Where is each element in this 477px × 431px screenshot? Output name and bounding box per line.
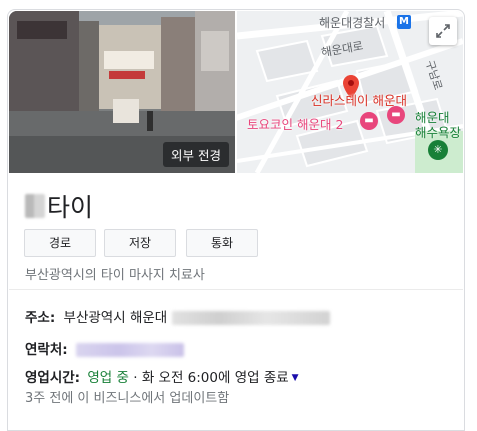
save-button[interactable]: 저장 <box>104 229 176 257</box>
business-category: 부산광역시의 타이 마사지 치료사 <box>25 268 205 283</box>
knowledge-panel: 외부 전경 해운대경찰서 M 해운대로 구남로 신라스테이 해운대 토요코인 해… <box>7 9 465 431</box>
directions-button[interactable]: 경로 <box>24 229 96 257</box>
map-label-beach-2: 해수욕장 <box>415 125 462 140</box>
redacted-phone[interactable] <box>75 343 184 357</box>
redacted-address <box>171 311 330 325</box>
expand-map-button[interactable] <box>429 17 457 45</box>
divider <box>9 289 463 290</box>
update-note: 3주 전에 이 비즈니스에서 업데이트함 <box>25 391 230 406</box>
map-thumbnail[interactable]: 해운대경찰서 M 해운대로 구남로 신라스테이 해운대 토요코인 해운대 2 ▬… <box>237 11 463 173</box>
metro-icon: M <box>397 15 411 29</box>
address-value: 부산광역시 해운대 <box>63 310 168 326</box>
business-name: 타이 <box>47 193 94 222</box>
phone-label: 연락처: <box>25 342 68 358</box>
hours-label: 영업시간: <box>25 370 81 386</box>
address-row: 주소: 부산광역시 해운대 <box>25 306 330 326</box>
hotel-icon-2: ▬ <box>387 106 405 124</box>
map-label-station: 해운대경찰서 <box>319 16 386 30</box>
beach-icon: ✳ <box>428 140 448 160</box>
redacted-name-part <box>25 194 45 218</box>
map-label-hotel: 토요코인 해운대 2 <box>247 117 344 132</box>
exterior-photo[interactable]: 외부 전경 <box>9 11 235 173</box>
hours-separator: · <box>128 370 142 386</box>
hours-detail: 화 오전 6:00에 영업 종료 <box>141 370 289 386</box>
dropdown-caret-icon[interactable]: ▼ <box>292 373 299 383</box>
phone-row: 연락처: <box>25 338 184 358</box>
expand-icon <box>436 24 450 38</box>
address-label: 주소: <box>25 310 56 326</box>
hours-row[interactable]: 영업시간: 영업 중 · 화 오전 6:00에 영업 종료 ▼ <box>25 366 299 386</box>
photo-label: 외부 전경 <box>163 142 229 167</box>
hours-status: 영업 중 <box>87 370 129 386</box>
call-button[interactable]: 통화 <box>186 229 258 257</box>
hotel-icon: ▬ <box>360 112 378 130</box>
business-title: 타이 <box>25 188 93 224</box>
